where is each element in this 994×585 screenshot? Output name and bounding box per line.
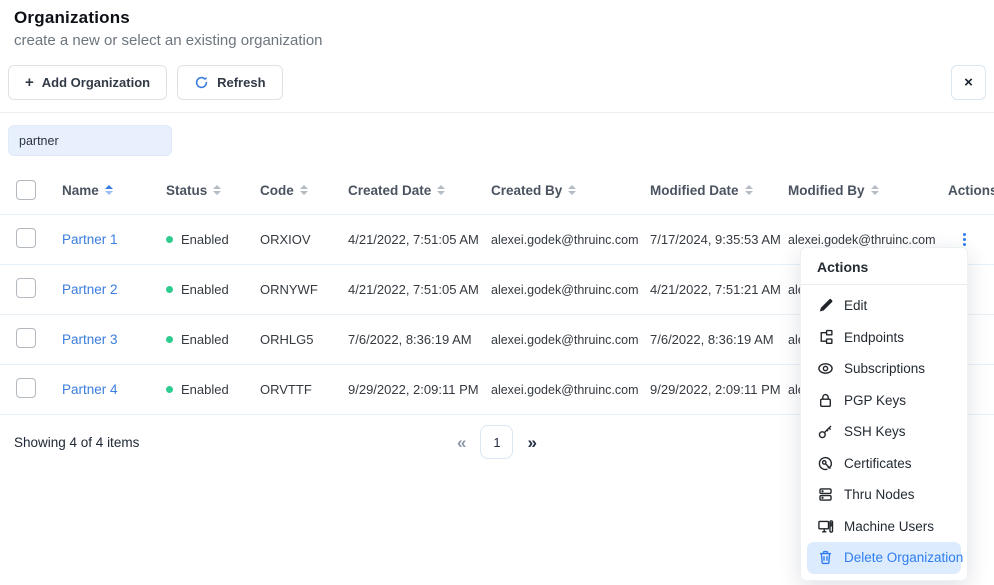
created-by-cell: alexei.godek@thruinc.com — [477, 283, 636, 297]
status-badge: Enabled — [152, 332, 246, 347]
items-summary: Showing 4 of 4 items — [14, 435, 139, 450]
menu-item-machine-users[interactable]: Machine Users — [801, 511, 967, 543]
close-icon: × — [964, 74, 973, 91]
menu-divider — [801, 284, 967, 285]
actions-menu-header: Actions — [801, 248, 967, 284]
row-checkbox[interactable] — [16, 328, 36, 348]
trash-icon — [817, 549, 834, 566]
sort-icon — [300, 185, 308, 195]
created-date-cell: 4/21/2022, 7:51:05 AM — [334, 282, 477, 297]
certificate-icon — [817, 455, 834, 472]
modified-date-cell: 7/17/2024, 9:35:53 AM — [636, 232, 774, 247]
select-all-checkbox[interactable] — [16, 180, 36, 200]
organization-link[interactable]: Partner 1 — [62, 232, 118, 247]
toolbar: + Add Organization Refresh × — [8, 65, 986, 100]
page-number-button[interactable]: 1 — [481, 425, 514, 459]
lock-icon — [817, 392, 834, 409]
actions-dropdown-menu: Actions Edit Endpoints Subscriptions — [800, 247, 968, 581]
add-organization-label: Add Organization — [42, 75, 150, 90]
organization-link[interactable]: Partner 3 — [62, 332, 118, 347]
search-input[interactable] — [8, 125, 172, 156]
column-header-modified-date[interactable]: Modified Date — [636, 183, 774, 198]
endpoints-icon — [817, 329, 834, 346]
created-date-cell: 9/29/2022, 2:09:11 PM — [334, 382, 477, 397]
select-all-cell — [0, 180, 48, 200]
menu-item-ssh-keys[interactable]: SSH Keys — [801, 416, 967, 448]
search-area — [8, 125, 986, 156]
previous-page-button[interactable]: « — [457, 434, 466, 451]
row-checkbox[interactable] — [16, 278, 36, 298]
key-icon — [817, 423, 834, 440]
created-date-cell: 7/6/2022, 8:36:19 AM — [334, 332, 477, 347]
column-header-status[interactable]: Status — [152, 183, 246, 198]
code-cell: ORNYWF — [246, 282, 334, 297]
created-by-cell: alexei.godek@thruinc.com — [477, 383, 636, 397]
plus-icon: + — [25, 75, 34, 90]
created-date-cell: 4/21/2022, 7:51:05 AM — [334, 232, 477, 247]
menu-item-thru-nodes[interactable]: Thru Nodes — [801, 479, 967, 511]
status-dot-icon — [166, 336, 173, 343]
sort-icon — [745, 185, 753, 195]
column-header-name[interactable]: Name — [48, 183, 152, 198]
menu-item-subscriptions[interactable]: Subscriptions — [801, 353, 967, 385]
column-header-actions: Actions — [934, 183, 994, 198]
add-organization-button[interactable]: + Add Organization — [8, 65, 167, 100]
modified-date-cell: 9/29/2022, 2:09:11 PM — [636, 382, 774, 397]
menu-item-endpoints[interactable]: Endpoints — [801, 322, 967, 354]
column-header-code[interactable]: Code — [246, 183, 334, 198]
status-dot-icon — [166, 236, 173, 243]
pager: « 1 » — [457, 425, 537, 459]
toolbar-divider — [0, 112, 994, 113]
menu-item-pgp-keys[interactable]: PGP Keys — [801, 385, 967, 417]
organization-link[interactable]: Partner 4 — [62, 382, 118, 397]
status-dot-icon — [166, 386, 173, 393]
page-title: Organizations — [14, 8, 980, 28]
sort-icon — [213, 185, 221, 195]
next-page-button[interactable]: » — [528, 434, 537, 451]
column-header-modified-by[interactable]: Modified By — [774, 183, 934, 198]
sort-icon — [568, 185, 576, 195]
pencil-icon — [817, 297, 834, 314]
organization-link[interactable]: Partner 2 — [62, 282, 118, 297]
server-icon — [817, 486, 834, 503]
modified-date-cell: 7/6/2022, 8:36:19 AM — [636, 332, 774, 347]
status-dot-icon — [166, 286, 173, 293]
page-subtitle: create a new or select an existing organ… — [14, 32, 980, 49]
sort-icon — [105, 185, 113, 195]
refresh-icon — [194, 75, 209, 90]
sort-icon — [437, 185, 445, 195]
menu-item-delete-organization[interactable]: Delete Organization — [807, 542, 961, 574]
modified-date-cell: 4/21/2022, 7:51:21 AM — [636, 282, 774, 297]
refresh-button[interactable]: Refresh — [177, 65, 282, 100]
column-header-created-date[interactable]: Created Date — [334, 183, 477, 198]
column-header-created-by[interactable]: Created By — [477, 183, 636, 198]
status-badge: Enabled — [152, 282, 246, 297]
modified-by-cell: alexei.godek@thruinc.com — [774, 233, 934, 247]
menu-item-edit[interactable]: Edit — [801, 290, 967, 322]
eye-icon — [817, 360, 834, 377]
created-by-cell: alexei.godek@thruinc.com — [477, 233, 636, 247]
code-cell: ORHLG5 — [246, 332, 334, 347]
machine-users-icon — [817, 518, 834, 535]
created-by-cell: alexei.godek@thruinc.com — [477, 333, 636, 347]
sort-icon — [871, 185, 879, 195]
code-cell: ORVTTF — [246, 382, 334, 397]
table-header-row: Name Status Code Created Date Created By… — [0, 166, 994, 214]
refresh-label: Refresh — [217, 75, 265, 90]
status-badge: Enabled — [152, 382, 246, 397]
code-cell: ORXIOV — [246, 232, 334, 247]
row-checkbox[interactable] — [16, 228, 36, 248]
row-checkbox[interactable] — [16, 378, 36, 398]
page-header: Organizations create a new or select an … — [0, 0, 994, 49]
close-button[interactable]: × — [951, 65, 986, 100]
menu-item-certificates[interactable]: Certificates — [801, 448, 967, 480]
status-badge: Enabled — [152, 232, 246, 247]
